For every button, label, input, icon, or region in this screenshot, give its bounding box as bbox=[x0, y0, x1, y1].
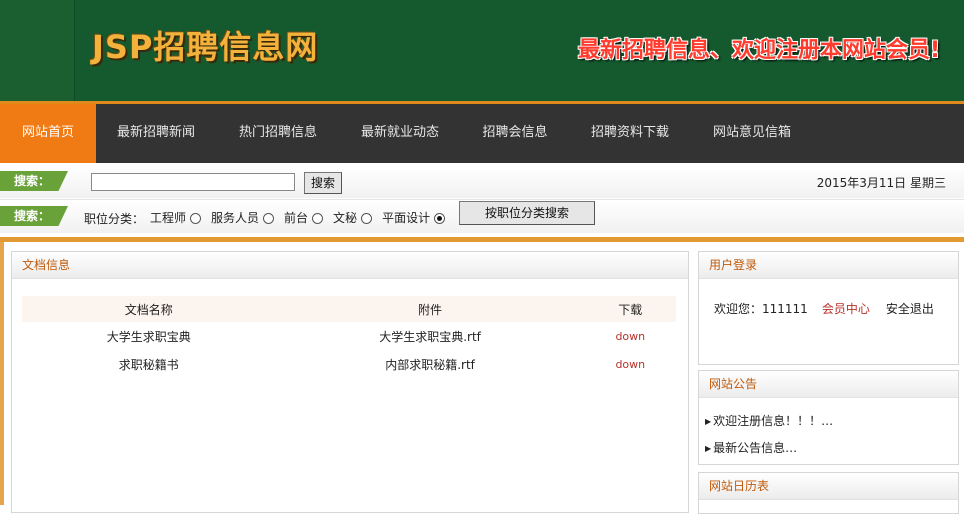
site-logo: JSP招聘信息网 bbox=[92, 28, 319, 66]
radio-graphic-design[interactable] bbox=[434, 213, 446, 224]
document-attachment: 大学生求职宝典.rtf bbox=[379, 329, 481, 344]
nav-item-home[interactable]: 网站首页 bbox=[0, 104, 96, 163]
logout-link[interactable]: 安全退出 bbox=[886, 302, 934, 316]
documents-table: 文档名称 附件 下载 大学生求职宝典 大学生求职宝典.rtf down 求职秘籍… bbox=[22, 296, 676, 378]
category-search-tag: 搜索： bbox=[0, 206, 68, 226]
option-label-secretary: 文秘 bbox=[333, 211, 358, 225]
download-link[interactable]: down bbox=[615, 358, 645, 371]
nav-item-feedback[interactable]: 网站意见信箱 bbox=[700, 104, 804, 163]
current-date: 2015年3月11日 星期三 bbox=[816, 176, 946, 190]
document-name: 大学生求职宝典 bbox=[106, 329, 191, 344]
document-name: 求职秘籍书 bbox=[118, 357, 179, 372]
welcome-text: 欢迎您：111111 bbox=[714, 302, 808, 316]
notice-panel-title: 网站公告 bbox=[699, 371, 958, 398]
category-label: 职位分类： bbox=[84, 212, 145, 226]
notice-item-text: 欢迎注册信息！！！… bbox=[713, 414, 834, 428]
column-header-attachment: 附件 bbox=[275, 296, 585, 322]
category-search-bar: 搜索： 职位分类： 工程师 服务人员 前台 文秘 平面设计 按职位分类搜索 bbox=[0, 199, 964, 233]
radio-engineer[interactable] bbox=[190, 213, 202, 224]
login-status: 欢迎您：111111 会员中心 安全退出 bbox=[714, 300, 934, 317]
category-search-button[interactable]: 按职位分类搜索 bbox=[459, 201, 595, 225]
search-tag: 搜索： bbox=[0, 171, 68, 191]
radio-service[interactable] bbox=[263, 213, 275, 224]
calendar-panel-title: 网站日历表 bbox=[699, 473, 958, 500]
arrow-icon: ▶ bbox=[705, 417, 712, 426]
notice-item[interactable]: ▶ 欢迎注册信息！！！… bbox=[705, 412, 833, 429]
content-divider bbox=[0, 237, 964, 242]
notice-item-text: 最新公告信息… bbox=[713, 441, 798, 455]
member-center-link[interactable]: 会员中心 bbox=[822, 302, 870, 316]
nav-item-job-fair[interactable]: 招聘会信息 bbox=[470, 104, 560, 163]
radio-reception[interactable] bbox=[312, 213, 324, 224]
search-input[interactable] bbox=[91, 173, 295, 191]
login-panel: 用户登录 欢迎您：111111 会员中心 安全退出 bbox=[698, 251, 959, 365]
site-header: JSP招聘信息网 最新招聘信息、欢迎注册本网站会员! bbox=[0, 0, 964, 104]
header-side-block bbox=[0, 0, 75, 104]
notice-item[interactable]: ▶ 最新公告信息… bbox=[705, 439, 797, 456]
notice-panel: 网站公告 ▶ 欢迎注册信息！！！… ▶ 最新公告信息… bbox=[698, 370, 959, 465]
table-row: 大学生求职宝典 大学生求职宝典.rtf down bbox=[22, 322, 676, 350]
column-header-name: 文档名称 bbox=[22, 296, 276, 322]
nav-item-hot-jobs[interactable]: 热门招聘信息 bbox=[226, 104, 330, 163]
main-nav: 网站首页 最新招聘新闻 热门招聘信息 最新就业动态 招聘会信息 招聘资料下载 网… bbox=[0, 104, 964, 163]
download-link[interactable]: down bbox=[615, 330, 645, 343]
search-button[interactable]: 搜索 bbox=[304, 172, 342, 194]
login-panel-title: 用户登录 bbox=[699, 252, 958, 279]
option-label-engineer: 工程师 bbox=[150, 211, 187, 225]
option-label-reception: 前台 bbox=[284, 211, 309, 225]
nav-item-downloads[interactable]: 招聘资料下载 bbox=[578, 104, 682, 163]
keyword-search-bar: 搜索： 搜索 2015年3月11日 星期三 bbox=[0, 165, 964, 198]
radio-secretary[interactable] bbox=[361, 213, 373, 224]
arrow-icon: ▶ bbox=[705, 444, 712, 453]
nav-item-latest-news[interactable]: 最新招聘新闻 bbox=[104, 104, 208, 163]
calendar-panel: 网站日历表 bbox=[698, 472, 959, 514]
left-accent-bar bbox=[0, 242, 4, 505]
table-row: 求职秘籍书 内部求职秘籍.rtf down bbox=[22, 350, 676, 378]
document-attachment: 内部求职秘籍.rtf bbox=[385, 357, 475, 372]
column-header-download: 下载 bbox=[584, 296, 676, 322]
table-header-row: 文档名称 附件 下载 bbox=[22, 296, 676, 322]
category-options: 工程师 服务人员 前台 文秘 平面设计 bbox=[150, 209, 455, 226]
header-slogan: 最新招聘信息、欢迎注册本网站会员! bbox=[577, 38, 940, 63]
option-label-service: 服务人员 bbox=[211, 211, 260, 225]
option-label-graphic-design: 平面设计 bbox=[382, 211, 431, 225]
documents-panel-title: 文档信息 bbox=[12, 252, 688, 279]
nav-item-employment-news[interactable]: 最新就业动态 bbox=[348, 104, 452, 163]
documents-panel: 文档信息 文档名称 附件 下载 大学生求职宝典 大学生求职宝典.rtf down… bbox=[11, 251, 689, 513]
